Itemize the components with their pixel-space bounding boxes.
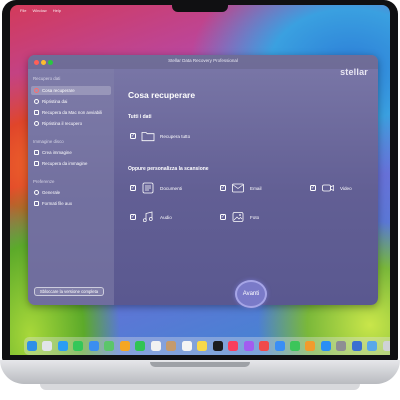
section-preferences: Preferenze	[33, 179, 55, 184]
photo-icon	[231, 211, 245, 223]
email-checkbox[interactable]: ✓	[220, 185, 226, 191]
music-icon[interactable]	[228, 341, 239, 351]
app-window: Stellar Data Recovery Professional stell…	[28, 55, 378, 305]
launchpad-icon[interactable]	[42, 341, 53, 351]
calendar-icon[interactable]	[150, 341, 161, 351]
custom-scan-heading: Oppure personalizza la scansione	[128, 166, 209, 172]
option-label: Video	[340, 185, 352, 191]
trash-icon[interactable]	[382, 341, 390, 351]
sidebar-item-recover-from-image[interactable]: Recupera da immagine	[31, 159, 111, 168]
next-button[interactable]: Avanti	[235, 280, 267, 308]
maps-icon[interactable]	[104, 341, 115, 351]
title-bar: Stellar Data Recovery Professional	[28, 55, 378, 69]
mail-icon[interactable]	[88, 341, 99, 351]
email-icon	[231, 182, 245, 194]
refresh-icon	[34, 121, 39, 126]
file-format-icon	[34, 201, 39, 206]
page-title: Cosa recuperare	[128, 90, 196, 100]
option-photo[interactable]: ✓ Foto	[220, 211, 259, 223]
sidebar-item-label: Recupera da Mac non avviabili	[42, 110, 103, 115]
option-label: Documenti	[160, 185, 182, 191]
sidebar-item-resume-recovery[interactable]: Ripristina il recupero	[31, 119, 111, 128]
sidebar-item-unbootable-mac[interactable]: Recupera da Mac non avviabili	[31, 108, 111, 117]
notes-icon[interactable]	[197, 341, 208, 351]
target-icon	[34, 88, 39, 93]
main-content: Cosa recuperare Tutti i dati ✓ Recupera …	[114, 69, 378, 305]
recover-all-checkbox[interactable]: ✓	[130, 133, 136, 139]
photos-icon[interactable]	[119, 341, 130, 351]
reminders-icon[interactable]	[181, 341, 192, 351]
option-recover-all[interactable]: ✓ Recupera tutto	[130, 130, 190, 142]
menu-window[interactable]: Window	[32, 8, 46, 13]
video-checkbox[interactable]: ✓	[310, 185, 316, 191]
sidebar-item-restore[interactable]: Ripristina dai	[31, 97, 111, 106]
dock	[24, 337, 390, 355]
numbers-icon[interactable]	[289, 341, 300, 351]
sidebar-item-label: Generale	[42, 190, 61, 195]
safari-icon[interactable]	[57, 341, 68, 351]
podcasts-icon[interactable]	[243, 341, 254, 351]
sidebar-item-label: Ripristina dai	[42, 99, 68, 104]
option-email[interactable]: ✓ Email	[220, 182, 262, 194]
pages-icon[interactable]	[305, 341, 316, 351]
section-recovery: Recupero dati	[33, 76, 61, 81]
sidebar-item-file-formats[interactable]: Formati file aux	[31, 199, 111, 208]
disk-image-icon	[34, 150, 39, 155]
video-icon	[321, 182, 335, 194]
sidebar: Recupero dati Cosa recuperare Ripristina…	[28, 69, 114, 305]
camera-notch	[172, 0, 228, 12]
laptop-base-shadow	[40, 384, 360, 390]
stellar-app-icon[interactable]	[351, 341, 362, 351]
recover-image-icon	[34, 161, 39, 166]
photo-checkbox[interactable]: ✓	[220, 214, 226, 220]
audio-checkbox[interactable]: ✓	[130, 214, 136, 220]
option-video[interactable]: ✓ Video	[310, 182, 352, 194]
option-documents[interactable]: ✓ Documenti	[130, 182, 182, 194]
sidebar-item-what-to-recover[interactable]: Cosa recuperare	[31, 86, 111, 95]
app-store-icon[interactable]	[320, 341, 331, 351]
sidebar-item-label: Cosa recuperare	[42, 88, 75, 93]
sidebar-item-label: Crea immagine	[42, 150, 72, 155]
gear-icon	[34, 190, 39, 195]
option-label: Audio	[160, 214, 172, 220]
contacts-icon[interactable]	[166, 341, 177, 351]
sidebar-item-general[interactable]: Generale	[31, 188, 111, 197]
finder-icon[interactable]	[27, 341, 37, 351]
sidebar-item-create-image[interactable]: Crea immagine	[31, 148, 111, 157]
menu-file[interactable]: File	[20, 8, 26, 13]
sidebar-item-label: Ripristina il recupero	[42, 121, 83, 126]
news-icon[interactable]	[259, 341, 270, 351]
settings-icon[interactable]	[336, 341, 347, 351]
tv-icon[interactable]	[212, 341, 223, 351]
keynote-icon[interactable]	[274, 341, 285, 351]
desktop-screen: File Window Help Stellar Data Recovery P…	[10, 5, 390, 355]
folder-icon[interactable]	[367, 341, 378, 351]
menu-help[interactable]: Help	[53, 8, 61, 13]
audio-icon	[141, 211, 155, 223]
unlock-full-version-button[interactable]: Sbloccare la versione completa	[34, 287, 104, 296]
laptop-base-notch	[150, 362, 250, 367]
restore-icon	[34, 99, 39, 104]
sidebar-item-label: Recupera da immagine	[42, 161, 88, 166]
option-audio[interactable]: ✓ Audio	[130, 211, 172, 223]
messages-icon[interactable]	[73, 341, 84, 351]
folder-icon	[141, 130, 155, 142]
all-data-heading: Tutti i dati	[128, 114, 152, 120]
option-label: Recupera tutto	[160, 133, 191, 139]
document-icon	[141, 182, 155, 194]
mac-icon	[34, 110, 39, 115]
facetime-icon[interactable]	[135, 341, 146, 351]
section-disk-image: Immagine disco	[33, 139, 64, 144]
documents-checkbox[interactable]: ✓	[130, 185, 136, 191]
sidebar-item-label: Formati file aux	[42, 201, 73, 206]
option-label: Email	[250, 185, 262, 191]
option-label: Foto	[250, 214, 260, 220]
window-title: Stellar Data Recovery Professional	[168, 58, 238, 63]
